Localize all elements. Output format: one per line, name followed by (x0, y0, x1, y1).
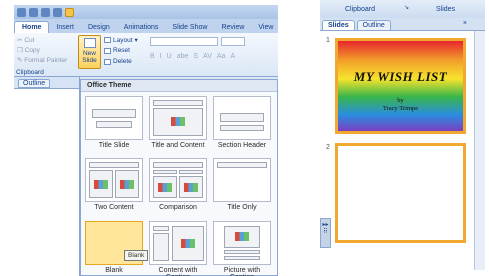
font-size-box[interactable] (221, 37, 245, 46)
change-case-button[interactable]: Aa (217, 53, 226, 60)
tab-review[interactable]: Review (214, 22, 251, 33)
layout-comparison[interactable]: Comparison (149, 158, 207, 211)
layout-caption: Title Slide (98, 142, 130, 149)
tab-outline[interactable]: Outline (356, 20, 391, 30)
clipboard-group-label: Clipboard (345, 6, 375, 13)
tab-slide-show[interactable]: Slide Show (165, 22, 214, 33)
tab-outline[interactable]: Outline (18, 79, 51, 88)
dialog-launcher-icon[interactable]: ↘ (404, 4, 409, 11)
reset-icon (104, 47, 111, 54)
tab-view[interactable]: View (251, 22, 278, 33)
layout-picture-with-caption[interactable]: Picture with Caption (213, 221, 271, 276)
strikethrough-button[interactable]: abe (177, 53, 189, 60)
layout-thumbnail (85, 96, 143, 140)
scrollbar[interactable] (474, 31, 485, 270)
copy-label: Copy (24, 47, 40, 54)
layout-label: Layout (113, 36, 133, 44)
ribbon-tabs: Home Insert Design Animations Slide Show… (14, 19, 278, 33)
new-slide-button[interactable]: New Slide (78, 35, 101, 69)
slides-pane: 1 MY WISH LIST by Tracy Trimpe 2 (320, 31, 485, 270)
shadow-button[interactable]: S (193, 53, 198, 60)
layout-icon (104, 37, 111, 43)
layout-caption: Two Content (94, 204, 134, 211)
slide-title: MY WISH LIST (353, 69, 448, 84)
layout-caption: Comparison (159, 204, 197, 211)
bold-button[interactable]: B (150, 53, 155, 60)
layout-button[interactable]: Layout ▾ (104, 36, 138, 44)
powerpoint-window-right: Clipboard ↘ Slides Slides Outline × 1 MY… (320, 0, 485, 270)
tab-insert[interactable]: Insert (49, 22, 81, 33)
layout-content-with-caption[interactable]: Content with Caption (149, 221, 207, 276)
tab-design[interactable]: Design (81, 22, 117, 33)
delete-icon (104, 58, 111, 65)
layout-section-header[interactable]: Section Header (213, 96, 271, 149)
tab-slides[interactable]: Slides (322, 20, 355, 30)
font-name-box[interactable] (150, 37, 218, 46)
format-painter-button[interactable]: ✎ Format Painter (17, 56, 67, 64)
italic-button[interactable]: I (160, 53, 162, 60)
layout-caption: Picture with Caption (223, 267, 261, 276)
tab-animations[interactable]: Animations (117, 22, 166, 33)
layout-two-content[interactable]: Two Content (85, 158, 143, 211)
powerpoint-window-left: Home Insert Design Animations Slide Show… (14, 5, 278, 276)
layout-gallery: Office Theme Title Slide Title and Conte… (80, 79, 278, 276)
spacing-button[interactable]: AV (203, 53, 212, 60)
layout-title-only[interactable]: Title Only (213, 158, 271, 211)
ribbon-group-labels: Clipboard ↘ Slides (320, 0, 485, 18)
layout-caption: Title Only (227, 204, 257, 211)
clipboard-group-label: Clipboard (16, 69, 44, 76)
layout-thumbnail (213, 221, 271, 265)
slide-thumbnail-2[interactable] (335, 143, 466, 243)
save-icon[interactable] (29, 7, 38, 17)
reset-button[interactable]: Reset (104, 47, 130, 54)
pane-splitter-handle[interactable]: ▸▸ ⠿ (320, 218, 331, 248)
pane-tabs: Outline (14, 77, 79, 89)
format-painter-label: Format Painter (24, 57, 68, 64)
layout-thumbnail (85, 158, 143, 202)
layout-caption: Content with Caption (158, 267, 198, 276)
redo-icon[interactable] (53, 7, 62, 17)
reset-label: Reset (113, 47, 130, 54)
slide-thumbnail-1[interactable]: MY WISH LIST by Tracy Trimpe (335, 38, 466, 134)
layout-caption: Title and Content (151, 142, 205, 149)
layout-thumbnail (213, 158, 271, 202)
layout-title-slide[interactable]: Title Slide (85, 96, 143, 149)
delete-label: Delete (113, 58, 132, 65)
layout-blank[interactable]: Blank (85, 221, 143, 274)
layout-title-and-content[interactable]: Title and Content (149, 96, 207, 149)
slide-number: 2 (326, 144, 330, 151)
quick-access-toolbar (14, 5, 278, 19)
layout-thumbnail (149, 158, 207, 202)
layout-thumbnail (149, 96, 207, 140)
underline-button[interactable]: U (167, 53, 172, 60)
slide-outline-pane: Outline (14, 77, 80, 276)
close-icon[interactable]: × (463, 20, 467, 27)
copy-button[interactable]: ❐ Copy (17, 46, 40, 54)
gallery-title: Office Theme (81, 80, 277, 92)
tooltip: Blank (124, 250, 149, 261)
delete-button[interactable]: Delete (104, 58, 132, 65)
slide-number: 1 (326, 37, 330, 44)
font-color-button[interactable]: A (230, 53, 235, 60)
undo-icon[interactable] (41, 7, 50, 17)
layout-caption: Blank (105, 267, 123, 274)
highlighted-qat-icon[interactable] (65, 7, 74, 17)
pane-tabs: Slides Outline × (320, 18, 485, 31)
slide-by: by (397, 97, 404, 104)
cut-button[interactable]: ✂ Cut (17, 36, 34, 44)
layout-thumbnail (213, 96, 271, 140)
slides-group-label: Slides (436, 6, 456, 13)
new-slide-icon (84, 38, 96, 48)
layout-thumbnail (149, 221, 207, 265)
format-buttons: B I U abe S AV Aa A (150, 53, 235, 60)
cut-label: Cut (24, 37, 35, 44)
slide-author: Tracy Trimpe (382, 105, 419, 112)
office-button-icon[interactable] (17, 7, 26, 17)
ribbon-home: ✂ Cut ❐ Copy ✎ Format Painter Clipboard … (14, 33, 278, 77)
layout-caption: Section Header (217, 142, 267, 149)
tab-home[interactable]: Home (14, 21, 50, 33)
new-slide-label: New Slide (82, 50, 97, 64)
